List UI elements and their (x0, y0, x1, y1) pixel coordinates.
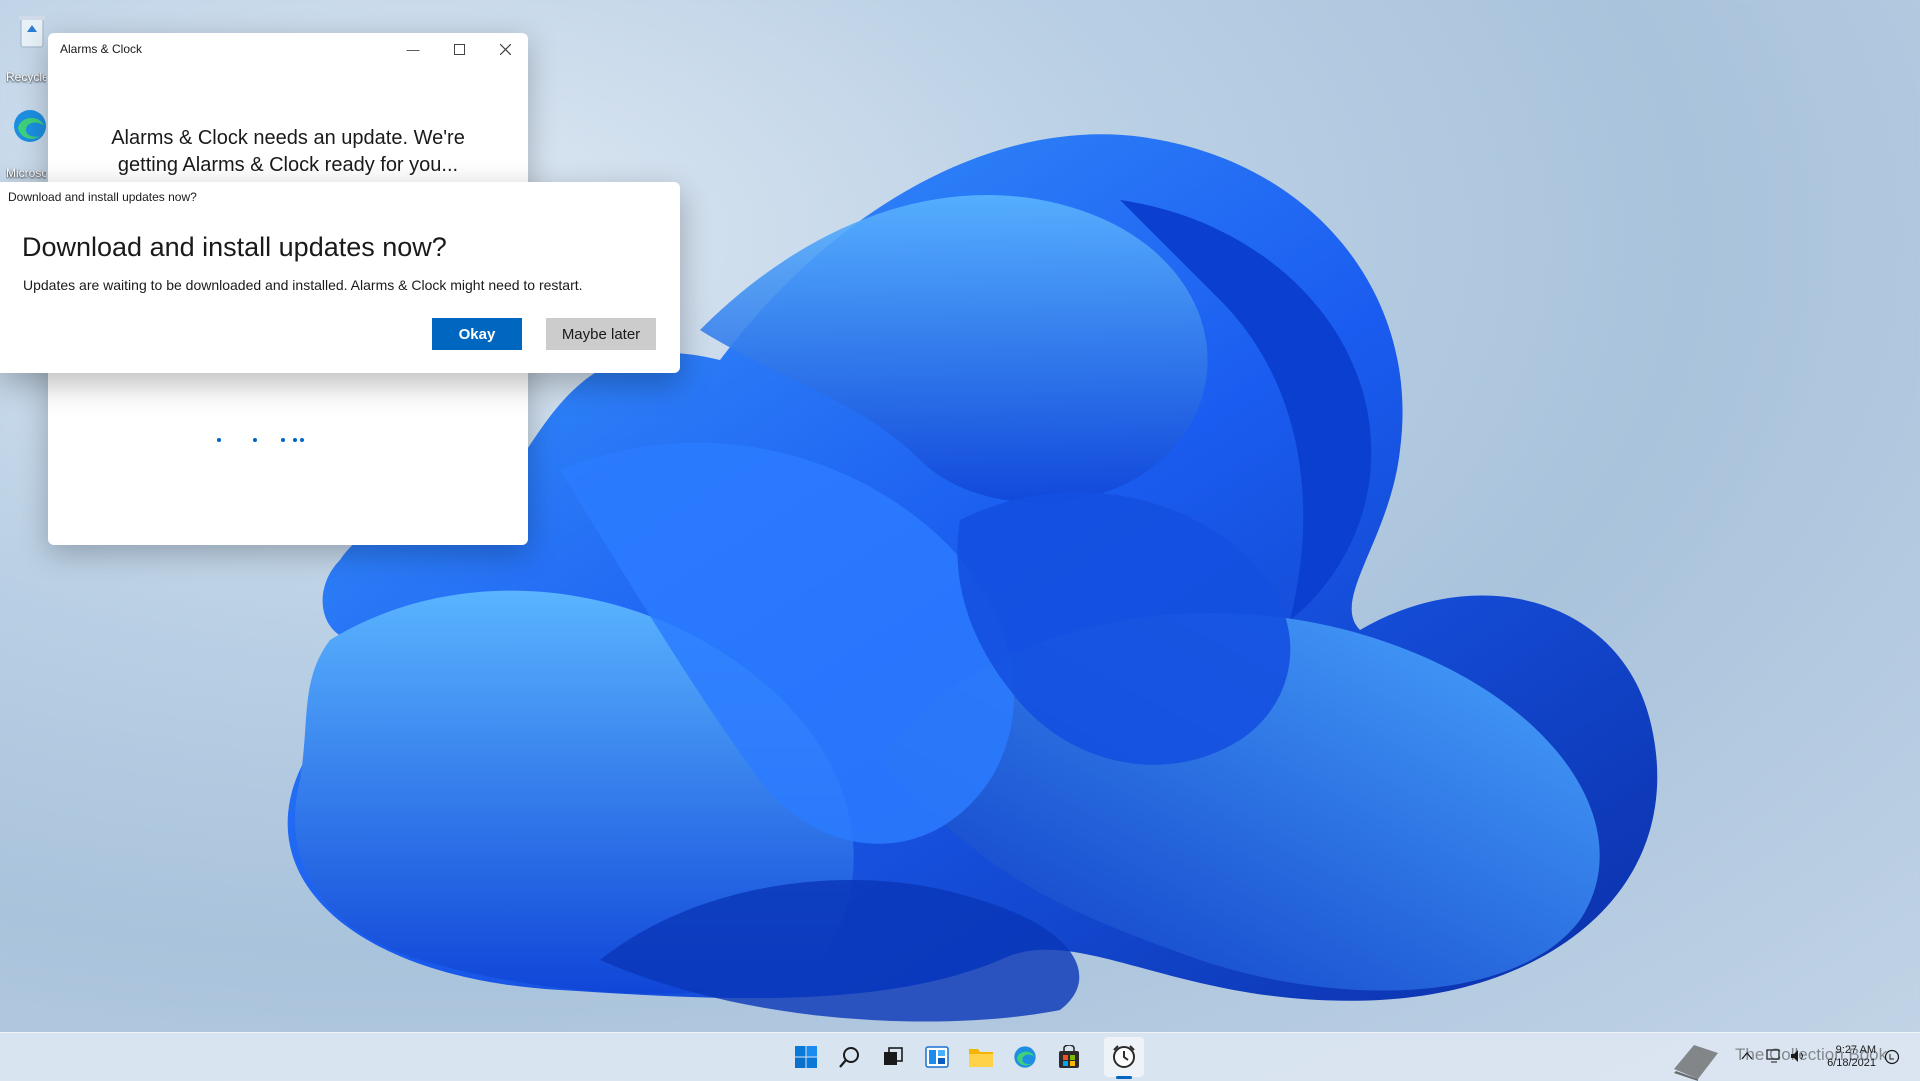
desktop-icon-label: Microsoft Edge (6, 166, 46, 180)
alarms-clock-icon (1113, 1045, 1135, 1068)
update-message: Alarms & Clock needs an update. We're ge… (88, 125, 488, 179)
maximize-icon (453, 43, 465, 55)
close-button[interactable] (482, 33, 528, 65)
window-title: Alarms & Clock (60, 42, 143, 56)
start-icon (795, 1046, 817, 1068)
taskbar-task-view[interactable] (877, 1041, 909, 1073)
tray-date: 6/18/2021 (1827, 1057, 1876, 1069)
minimize-button[interactable]: — (390, 33, 436, 65)
tray-clock[interactable]: 9:27 AM 6/18/2021 (1820, 1044, 1876, 1070)
update-message-line: Alarms & Clock needs an update. We're (111, 127, 465, 149)
book-logo-icon (1674, 1045, 1718, 1081)
edge-icon (14, 110, 46, 142)
tray-time: 9:27 AM (1835, 1044, 1876, 1056)
recycle-bin-icon (19, 16, 45, 48)
taskbar-active-indicator (1116, 1076, 1132, 1079)
store-icon (1059, 1045, 1079, 1068)
volume-icon[interactable] (1790, 1049, 1806, 1063)
task-view-icon (884, 1047, 903, 1065)
maximize-button[interactable] (436, 33, 482, 65)
progress-dot (300, 438, 304, 442)
okay-button[interactable]: Okay (432, 318, 522, 350)
update-message-line: getting Alarms & Clock ready for you... (117, 154, 459, 176)
taskbar-file-explorer[interactable] (965, 1041, 997, 1073)
desktop-icon-label: Recycle Bin (6, 70, 46, 84)
progress-dot (293, 438, 297, 442)
taskbar: The Collection Book 9:27 AM 6/18/2021 (0, 1032, 1920, 1081)
desktop-icon-recycle-bin[interactable]: Recycle Bin (0, 8, 46, 98)
desktop-icon-edge[interactable]: Microsoft Edge (0, 104, 46, 194)
progress-dot (281, 438, 285, 442)
dialog-body: Updates are waiting to be downloaded and… (23, 277, 583, 293)
taskbar-start[interactable] (790, 1041, 822, 1073)
taskbar-alarms-clock[interactable] (1108, 1041, 1140, 1073)
window-titlebar[interactable]: Alarms & Clock — (48, 33, 528, 65)
taskbar-store[interactable] (1053, 1041, 1085, 1073)
notification-icon[interactable] (1884, 1049, 1900, 1065)
search-icon (839, 1047, 859, 1068)
maybe-later-button[interactable]: Maybe later (546, 318, 656, 350)
file-explorer-icon (969, 1049, 993, 1067)
dialog-caption: Download and install updates now? (8, 190, 197, 204)
taskbar-edge[interactable] (1009, 1041, 1041, 1073)
taskbar-widgets[interactable] (921, 1041, 953, 1073)
minimize-icon: — (406, 41, 420, 57)
progress-dot (217, 438, 221, 442)
close-icon (499, 43, 511, 55)
progress-dot (253, 438, 257, 442)
chevron-up-icon[interactable] (1740, 1049, 1754, 1063)
taskbar-search[interactable] (834, 1041, 866, 1073)
update-dialog: Download and install updates now? Downlo… (0, 182, 680, 373)
widgets-icon (925, 1046, 949, 1068)
progress-dots (48, 435, 528, 445)
edge-icon (1014, 1046, 1036, 1068)
dialog-heading: Download and install updates now? (22, 232, 447, 262)
network-icon[interactable] (1766, 1049, 1782, 1063)
